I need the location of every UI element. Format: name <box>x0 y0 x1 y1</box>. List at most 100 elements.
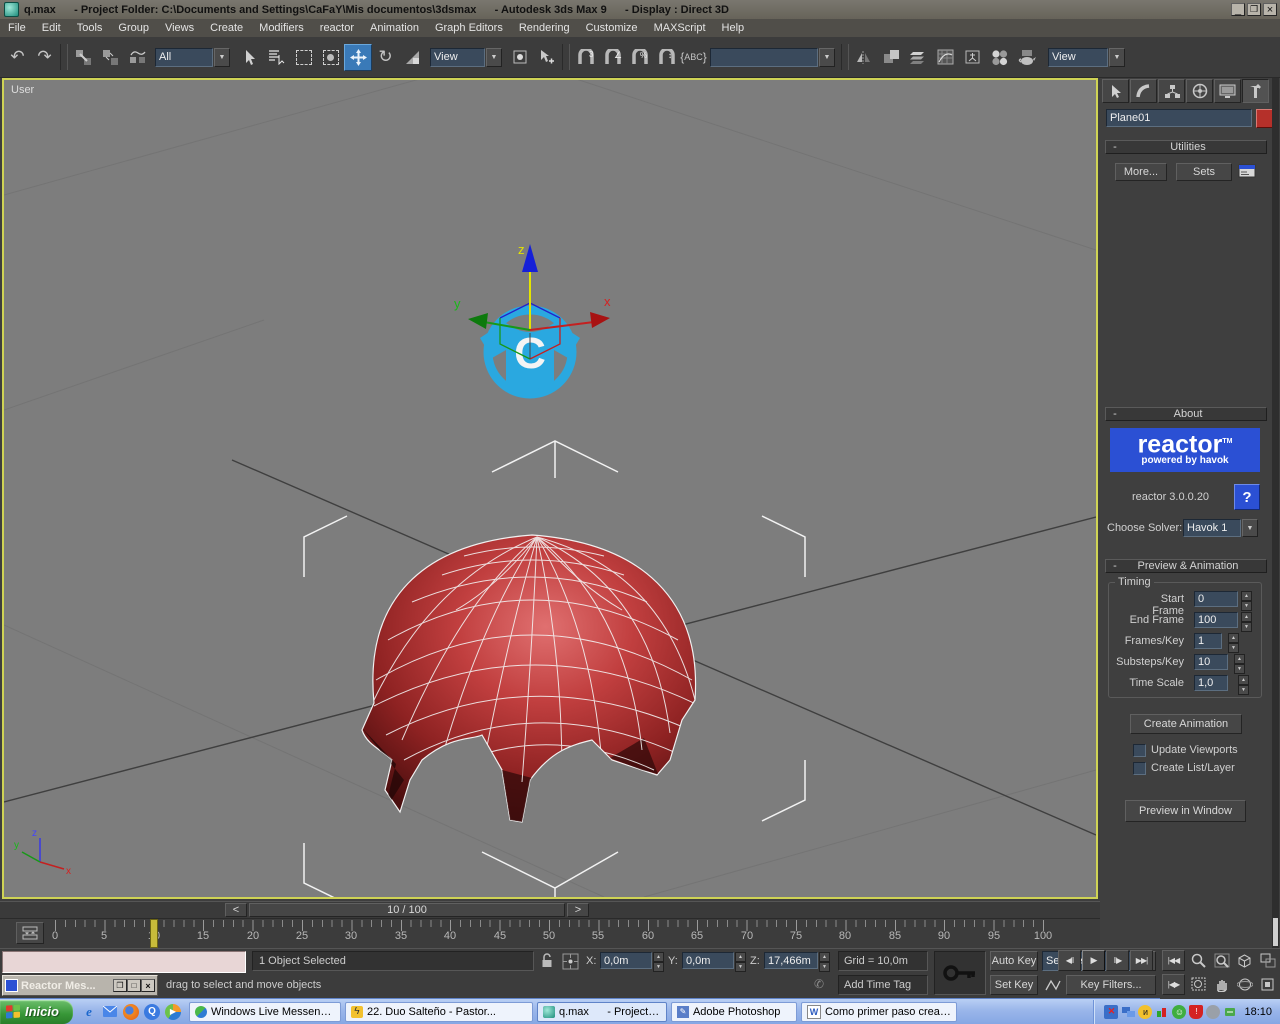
default-in-out-tangents-icon[interactable] <box>1044 977 1062 993</box>
more-button[interactable]: More... <box>1115 163 1167 181</box>
menu-graph-editors[interactable]: Graph Editors <box>427 20 511 36</box>
zoom-extents-all-icon[interactable] <box>1257 950 1278 971</box>
play-button[interactable]: ▶ <box>1082 950 1105 971</box>
go-to-end-button[interactable]: ▶▶| <box>1130 950 1153 971</box>
menu-help[interactable]: Help <box>714 20 753 36</box>
update-viewports-checkbox[interactable] <box>1133 744 1146 757</box>
task-word-document[interactable]: W Como primer paso cream... <box>800 1001 957 1022</box>
menu-reactor[interactable]: reactor <box>312 20 362 36</box>
time-scale-field[interactable]: 1,0 <box>1194 675 1228 691</box>
layer-manager-icon[interactable] <box>905 44 932 70</box>
rollout-utilities-header[interactable]: - Utilities <box>1105 140 1267 154</box>
percent-snap-icon[interactable]: % <box>626 44 653 70</box>
y-coord-field[interactable]: 0,0m <box>682 952 734 969</box>
redo-icon[interactable]: ↷ <box>31 44 58 70</box>
tab-create[interactable] <box>1102 79 1129 103</box>
x-coord-spinner[interactable]: ▲ ▼ <box>653 952 664 972</box>
auto-key-button[interactable]: Auto Key <box>990 951 1038 971</box>
time-slider-prev-button[interactable]: < <box>225 903 247 917</box>
zoom-icon[interactable] <box>1188 950 1209 971</box>
go-to-previous-key-button[interactable]: |◀▶ <box>1162 974 1185 995</box>
schematic-view-icon[interactable] <box>959 44 986 70</box>
selection-filter-dropdown[interactable]: All <box>155 47 213 67</box>
close-button[interactable]: × <box>1263 3 1277 16</box>
arc-rotate-icon[interactable] <box>1234 974 1255 995</box>
maxscript-mini-listener[interactable] <box>2 951 246 973</box>
angle-snap-icon[interactable]: ∠ <box>599 44 626 70</box>
tray-messenger-plus-icon[interactable]: и <box>1138 1004 1153 1019</box>
menu-tools[interactable]: Tools <box>69 20 111 36</box>
start-frame-field[interactable]: 0 <box>1194 591 1238 607</box>
tray-network-icon[interactable] <box>1121 1005 1135 1019</box>
rect-selection-region-icon[interactable] <box>290 44 317 70</box>
absolute-offset-mode-icon[interactable] <box>562 953 579 970</box>
menu-rendering[interactable]: Rendering <box>511 20 578 36</box>
task-photoshop[interactable]: ✎ Adobe Photoshop <box>670 1001 797 1022</box>
mirror-icon[interactable] <box>851 44 878 70</box>
menu-modifiers[interactable]: Modifiers <box>251 20 312 36</box>
selection-lock-icon[interactable] <box>540 952 554 970</box>
reactor-window-maximize-icon[interactable]: □ <box>127 979 141 992</box>
cloth-object[interactable] <box>361 534 697 823</box>
named-sets-dropdown[interactable] <box>710 47 818 67</box>
next-frame-button[interactable]: ‖▶ <box>1106 950 1129 971</box>
reactor-window-close-icon[interactable]: × <box>141 979 155 992</box>
zoom-region-icon[interactable] <box>1188 974 1209 995</box>
substeps-key-spinner[interactable]: ▲ ▼ <box>1234 654 1245 674</box>
notification-icon[interactable]: ✆ <box>814 977 824 991</box>
bind-spacewarp-icon[interactable] <box>124 44 151 70</box>
panel-scrollbar[interactable] <box>1272 78 1279 948</box>
end-frame-field[interactable]: 100 <box>1194 612 1238 628</box>
tab-display[interactable] <box>1214 79 1241 103</box>
tray-clock[interactable]: 18:10 <box>1244 1006 1272 1018</box>
create-animation-button[interactable]: Create Animation <box>1130 714 1242 734</box>
menu-group[interactable]: Group <box>110 20 157 36</box>
quicktime-icon[interactable]: Q <box>143 1003 160 1020</box>
menu-customize[interactable]: Customize <box>578 20 646 36</box>
menu-edit[interactable]: Edit <box>34 20 69 36</box>
configure-button-sets-icon[interactable] <box>1238 163 1256 179</box>
reactor-window-restore-icon[interactable]: ❐ <box>113 979 127 992</box>
sets-button[interactable]: Sets <box>1176 163 1232 181</box>
menu-file[interactable]: File <box>0 20 34 36</box>
undo-icon[interactable]: ↶ <box>4 44 31 70</box>
select-link-icon[interactable] <box>70 44 97 70</box>
tray-network-error-icon[interactable]: ✕ <box>1104 1004 1119 1019</box>
move-tool-icon[interactable] <box>344 43 372 71</box>
minimize-button[interactable]: _ <box>1231 3 1245 16</box>
unlink-icon[interactable] <box>97 44 124 70</box>
media-player-icon[interactable]: ▶ <box>164 1003 181 1020</box>
start-frame-spinner[interactable]: ▲ ▼ <box>1241 591 1252 611</box>
tray-messenger-status-icon[interactable]: ☺ <box>1172 1004 1187 1019</box>
tab-utilities[interactable] <box>1242 79 1269 103</box>
restore-button[interactable]: ❐ <box>1247 3 1261 16</box>
render-setup-icon[interactable] <box>1013 44 1040 70</box>
window-crossing-icon[interactable] <box>317 44 344 70</box>
time-scale-spinner[interactable]: ▲ ▼ <box>1238 675 1249 695</box>
tab-hierarchy[interactable] <box>1158 79 1185 103</box>
task-windows-live-messenger[interactable]: Windows Live Messenger <box>188 1001 341 1022</box>
maximize-viewport-toggle-icon[interactable] <box>1257 974 1278 995</box>
ref-coord-arrow-icon[interactable]: ▼ <box>486 47 502 67</box>
tray-security-shield-icon[interactable]: ! <box>1189 1004 1204 1019</box>
align-icon[interactable] <box>878 44 905 70</box>
named-sets-arrow-icon[interactable]: ▼ <box>819 47 835 67</box>
rotate-tool-icon[interactable]: ↻ <box>372 44 399 70</box>
go-to-start-button[interactable]: |◀◀ <box>1162 950 1185 971</box>
task-winamp[interactable]: ϟ 22. Duo Salteño - Pastor... <box>344 1001 533 1022</box>
set-key-button[interactable]: Set Key <box>990 975 1038 995</box>
reactor-messages-window[interactable]: Reactor Mes... ❐ □ × <box>2 975 158 996</box>
track-bar[interactable]: 0 5 10 15 20 25 30 35 40 45 50 55 60 65 … <box>0 918 1100 949</box>
internet-explorer-icon[interactable]: e <box>81 1004 97 1020</box>
render-view-arrow-icon[interactable]: ▼ <box>1109 47 1125 67</box>
solver-arrow-icon[interactable]: ▼ <box>1242 519 1258 537</box>
menu-create[interactable]: Create <box>202 20 251 36</box>
snap-3d-icon[interactable]: 3 <box>572 44 599 70</box>
y-coord-spinner[interactable]: ▲ ▼ <box>735 952 746 972</box>
current-frame-marker[interactable] <box>150 919 158 948</box>
set-keys-button[interactable] <box>934 951 986 995</box>
curve-editor-icon[interactable] <box>932 44 959 70</box>
selection-filter-arrow-icon[interactable]: ▼ <box>214 47 230 67</box>
named-sets-icon[interactable]: {ABC} <box>680 44 707 70</box>
mail-icon[interactable] <box>102 1004 118 1020</box>
